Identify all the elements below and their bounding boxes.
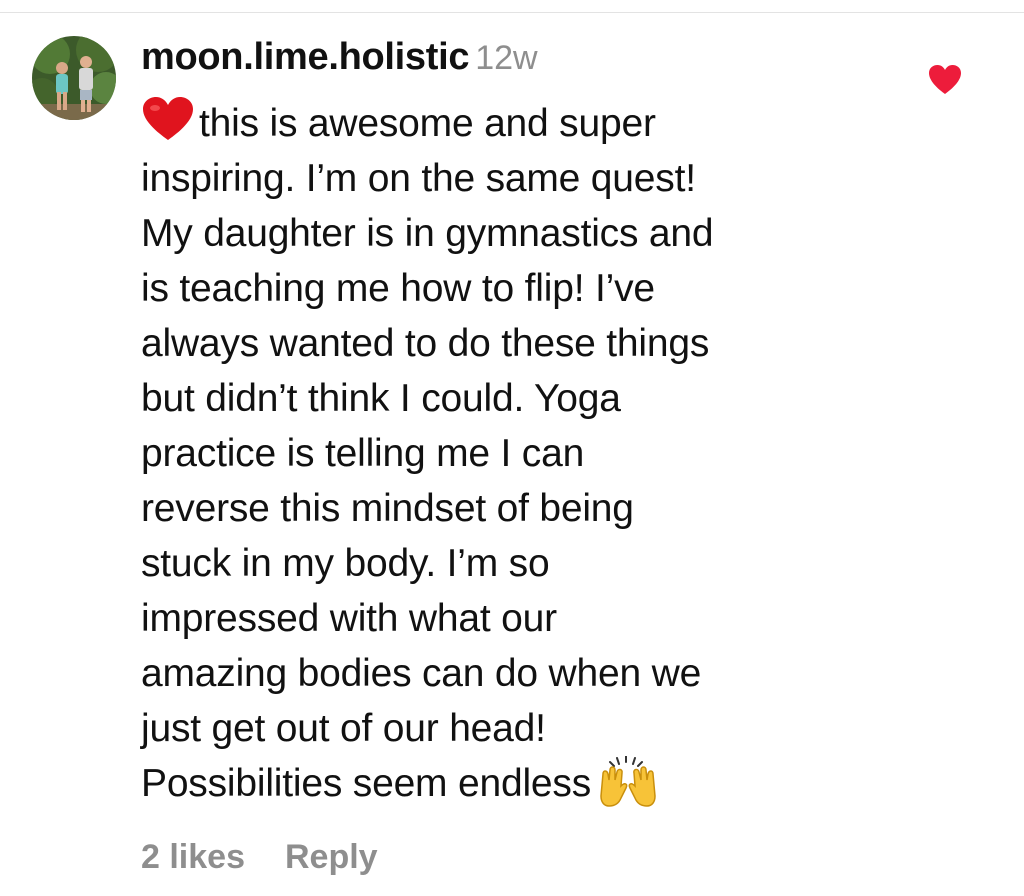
comment-footer: 2 likes Reply [141, 833, 378, 881]
comment-text: this is awesome and super [199, 102, 656, 145]
timestamp: 12w [475, 39, 538, 77]
comment-line: My daughter is in gymnastics and [141, 212, 714, 255]
comment-line: amazing bodies can do when we [141, 652, 702, 695]
comment-line: stuck in my body. I’m so [141, 542, 550, 585]
comment-line: impressed with what our [141, 597, 557, 640]
user-avatar[interactable] [32, 36, 116, 120]
comment-line: reverse this mindset of being [141, 487, 634, 530]
comment-text: Possibilities seem endless [141, 762, 592, 805]
comment-line: Possibilities seem endless [141, 755, 941, 811]
likes-count-link[interactable]: 2 likes [141, 838, 245, 876]
comment-line: practice is telling me I can [141, 432, 585, 475]
username-link[interactable]: moon.lime.holistic [141, 36, 470, 78]
comment-line: always wanted to do these things [141, 322, 710, 365]
comment-line: just get out of our head! [141, 707, 546, 750]
comment-body: this is awesome and super inspiring. I’m… [141, 96, 941, 811]
like-button[interactable] [928, 64, 962, 96]
comment-line: but didn’t think I could. Yoga [141, 377, 621, 420]
avatar-photo-icon [32, 36, 116, 120]
comment-line: inspiring. I’m on the same quest! [141, 157, 696, 200]
raised-hands-emoji-icon [599, 755, 657, 823]
comment: moon.lime.holistic 12w this is awesome an… [0, 0, 1024, 896]
comment-header: moon.lime.holistic 12w [141, 35, 538, 87]
red-heart-emoji-icon [141, 96, 195, 157]
comment-line: this is awesome and super [141, 96, 941, 151]
reply-button[interactable]: Reply [285, 838, 378, 876]
comment-line: is teaching me how to flip! I’ve [141, 267, 655, 310]
heart-icon [929, 65, 961, 94]
